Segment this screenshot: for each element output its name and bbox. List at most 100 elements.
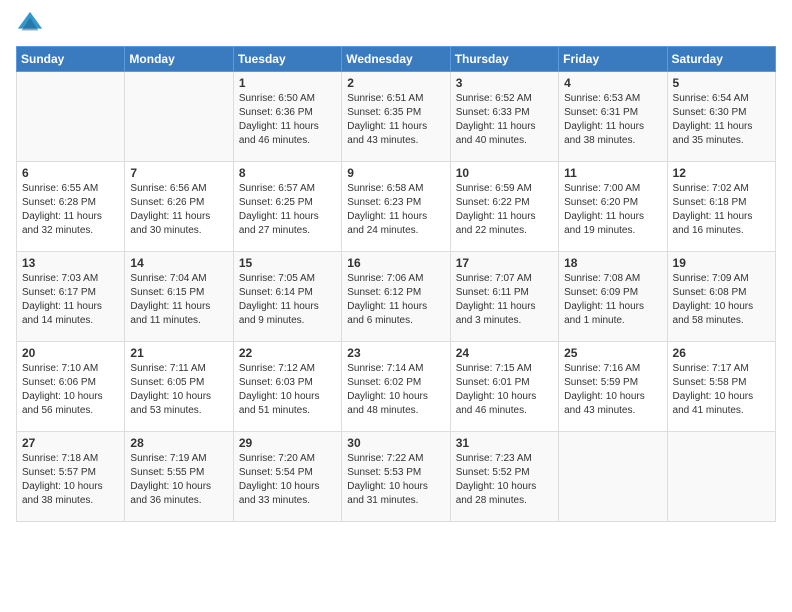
calendar-cell: 3 Sunrise: 6:52 AM Sunset: 6:33 PM Daylig… (450, 72, 558, 162)
cell-content: Sunrise: 7:22 AM Sunset: 5:53 PM Dayligh… (347, 452, 444, 508)
calendar-cell (125, 72, 233, 162)
cell-content: Sunrise: 6:53 AM Sunset: 6:31 PM Dayligh… (564, 92, 661, 148)
day-number: 26 (673, 346, 770, 360)
calendar-cell: 14 Sunrise: 7:04 AM Sunset: 6:15 PM Dayli… (125, 252, 233, 342)
calendar-cell: 21 Sunrise: 7:11 AM Sunset: 6:05 PM Dayli… (125, 342, 233, 432)
cell-content: Sunrise: 7:00 AM Sunset: 6:20 PM Dayligh… (564, 182, 661, 238)
header-day-saturday: Saturday (667, 47, 775, 72)
cell-content: Sunrise: 7:04 AM Sunset: 6:15 PM Dayligh… (130, 272, 227, 328)
day-number: 7 (130, 166, 227, 180)
calendar-table: SundayMondayTuesdayWednesdayThursdayFrid… (16, 46, 776, 522)
calendar-cell: 29 Sunrise: 7:20 AM Sunset: 5:54 PM Dayli… (233, 432, 341, 522)
calendar-cell: 10Sunrise: 6:59 AM Sunset: 6:22 PM Dayli… (450, 162, 558, 252)
day-number: 9 (347, 166, 444, 180)
day-number: 4 (564, 76, 661, 90)
calendar-cell: 11 Sunrise: 7:00 AM Sunset: 6:20 PM Dayli… (559, 162, 667, 252)
day-number: 14 (130, 256, 227, 270)
calendar-cell: 27 Sunrise: 7:18 AM Sunset: 5:57 PM Dayli… (17, 432, 125, 522)
cell-content: Sunrise: 7:02 AM Sunset: 6:18 PM Dayligh… (673, 182, 770, 238)
calendar-cell: 20Sunrise: 7:10 AM Sunset: 6:06 PM Dayli… (17, 342, 125, 432)
calendar-cell: 25 Sunrise: 7:16 AM Sunset: 5:59 PM Dayli… (559, 342, 667, 432)
cell-content: Sunrise: 7:07 AM Sunset: 6:11 PM Dayligh… (456, 272, 553, 328)
day-number: 18 (564, 256, 661, 270)
calendar-cell: 19Sunrise: 7:09 AM Sunset: 6:08 PM Dayli… (667, 252, 775, 342)
day-number: 12 (673, 166, 770, 180)
calendar-cell: 8 Sunrise: 6:57 AM Sunset: 6:25 PM Daylig… (233, 162, 341, 252)
day-number: 15 (239, 256, 336, 270)
week-row-1: 1Sunrise: 6:50 AM Sunset: 6:36 PM Daylig… (17, 72, 776, 162)
cell-content: Sunrise: 7:17 AM Sunset: 5:58 PM Dayligh… (673, 362, 770, 418)
calendar-cell: 24 Sunrise: 7:15 AM Sunset: 6:01 PM Dayli… (450, 342, 558, 432)
logo-icon (16, 10, 44, 38)
cell-content: Sunrise: 6:57 AM Sunset: 6:25 PM Dayligh… (239, 182, 336, 238)
day-number: 30 (347, 436, 444, 450)
header-area (16, 10, 776, 38)
day-number: 5 (673, 76, 770, 90)
day-number: 11 (564, 166, 661, 180)
day-number: 6 (22, 166, 119, 180)
calendar-cell: 26 Sunrise: 7:17 AM Sunset: 5:58 PM Dayli… (667, 342, 775, 432)
calendar-cell: 28Sunrise: 7:19 AM Sunset: 5:55 PM Dayli… (125, 432, 233, 522)
calendar-cell: 7 Sunrise: 6:56 AM Sunset: 6:26 PM Daylig… (125, 162, 233, 252)
calendar-cell (559, 432, 667, 522)
calendar-cell: 22Sunrise: 7:12 AM Sunset: 6:03 PM Dayli… (233, 342, 341, 432)
calendar-cell: 6 Sunrise: 6:55 AM Sunset: 6:28 PM Daylig… (17, 162, 125, 252)
calendar-cell: 1Sunrise: 6:50 AM Sunset: 6:36 PM Daylig… (233, 72, 341, 162)
week-row-2: 6 Sunrise: 6:55 AM Sunset: 6:28 PM Daylig… (17, 162, 776, 252)
calendar-cell: 17 Sunrise: 7:07 AM Sunset: 6:11 PM Dayli… (450, 252, 558, 342)
day-number: 17 (456, 256, 553, 270)
calendar-cell: 31Sunrise: 7:23 AM Sunset: 5:52 PM Dayli… (450, 432, 558, 522)
cell-content: Sunrise: 7:11 AM Sunset: 6:05 PM Dayligh… (130, 362, 227, 418)
cell-content: Sunrise: 7:12 AM Sunset: 6:03 PM Dayligh… (239, 362, 336, 418)
calendar-cell: 9 Sunrise: 6:58 AM Sunset: 6:23 PM Daylig… (342, 162, 450, 252)
calendar-cell: 5 Sunrise: 6:54 AM Sunset: 6:30 PM Daylig… (667, 72, 775, 162)
cell-content: Sunrise: 6:51 AM Sunset: 6:35 PM Dayligh… (347, 92, 444, 148)
calendar-cell (17, 72, 125, 162)
cell-content: Sunrise: 7:08 AM Sunset: 6:09 PM Dayligh… (564, 272, 661, 328)
day-number: 24 (456, 346, 553, 360)
calendar-cell: 23Sunrise: 7:14 AM Sunset: 6:02 PM Dayli… (342, 342, 450, 432)
cell-content: Sunrise: 6:56 AM Sunset: 6:26 PM Dayligh… (130, 182, 227, 238)
calendar-cell: 30 Sunrise: 7:22 AM Sunset: 5:53 PM Dayli… (342, 432, 450, 522)
week-row-3: 13Sunrise: 7:03 AM Sunset: 6:17 PM Dayli… (17, 252, 776, 342)
day-number: 8 (239, 166, 336, 180)
calendar-cell: 15Sunrise: 7:05 AM Sunset: 6:14 PM Dayli… (233, 252, 341, 342)
cell-content: Sunrise: 7:14 AM Sunset: 6:02 PM Dayligh… (347, 362, 444, 418)
day-number: 3 (456, 76, 553, 90)
cell-content: Sunrise: 6:55 AM Sunset: 6:28 PM Dayligh… (22, 182, 119, 238)
cell-content: Sunrise: 7:03 AM Sunset: 6:17 PM Dayligh… (22, 272, 119, 328)
day-number: 25 (564, 346, 661, 360)
cell-content: Sunrise: 7:16 AM Sunset: 5:59 PM Dayligh… (564, 362, 661, 418)
calendar-body: 1Sunrise: 6:50 AM Sunset: 6:36 PM Daylig… (17, 72, 776, 522)
calendar-header: SundayMondayTuesdayWednesdayThursdayFrid… (17, 47, 776, 72)
day-number: 27 (22, 436, 119, 450)
header-day-thursday: Thursday (450, 47, 558, 72)
day-number: 21 (130, 346, 227, 360)
cell-content: Sunrise: 7:09 AM Sunset: 6:08 PM Dayligh… (673, 272, 770, 328)
day-number: 2 (347, 76, 444, 90)
header-day-monday: Monday (125, 47, 233, 72)
cell-content: Sunrise: 7:18 AM Sunset: 5:57 PM Dayligh… (22, 452, 119, 508)
page-container: SundayMondayTuesdayWednesdayThursdayFrid… (0, 0, 792, 538)
day-number: 1 (239, 76, 336, 90)
day-number: 20 (22, 346, 119, 360)
day-number: 29 (239, 436, 336, 450)
cell-content: Sunrise: 7:15 AM Sunset: 6:01 PM Dayligh… (456, 362, 553, 418)
calendar-cell: 4 Sunrise: 6:53 AM Sunset: 6:31 PM Daylig… (559, 72, 667, 162)
calendar-cell (667, 432, 775, 522)
logo (16, 10, 48, 38)
calendar-cell: 16Sunrise: 7:06 AM Sunset: 6:12 PM Dayli… (342, 252, 450, 342)
cell-content: Sunrise: 6:58 AM Sunset: 6:23 PM Dayligh… (347, 182, 444, 238)
cell-content: Sunrise: 6:54 AM Sunset: 6:30 PM Dayligh… (673, 92, 770, 148)
cell-content: Sunrise: 6:59 AM Sunset: 6:22 PM Dayligh… (456, 182, 553, 238)
cell-content: Sunrise: 7:20 AM Sunset: 5:54 PM Dayligh… (239, 452, 336, 508)
day-number: 28 (130, 436, 227, 450)
calendar-cell: 18 Sunrise: 7:08 AM Sunset: 6:09 PM Dayli… (559, 252, 667, 342)
calendar-cell: 2 Sunrise: 6:51 AM Sunset: 6:35 PM Daylig… (342, 72, 450, 162)
header-row: SundayMondayTuesdayWednesdayThursdayFrid… (17, 47, 776, 72)
day-number: 16 (347, 256, 444, 270)
cell-content: Sunrise: 6:52 AM Sunset: 6:33 PM Dayligh… (456, 92, 553, 148)
header-day-sunday: Sunday (17, 47, 125, 72)
header-day-friday: Friday (559, 47, 667, 72)
week-row-5: 27 Sunrise: 7:18 AM Sunset: 5:57 PM Dayli… (17, 432, 776, 522)
